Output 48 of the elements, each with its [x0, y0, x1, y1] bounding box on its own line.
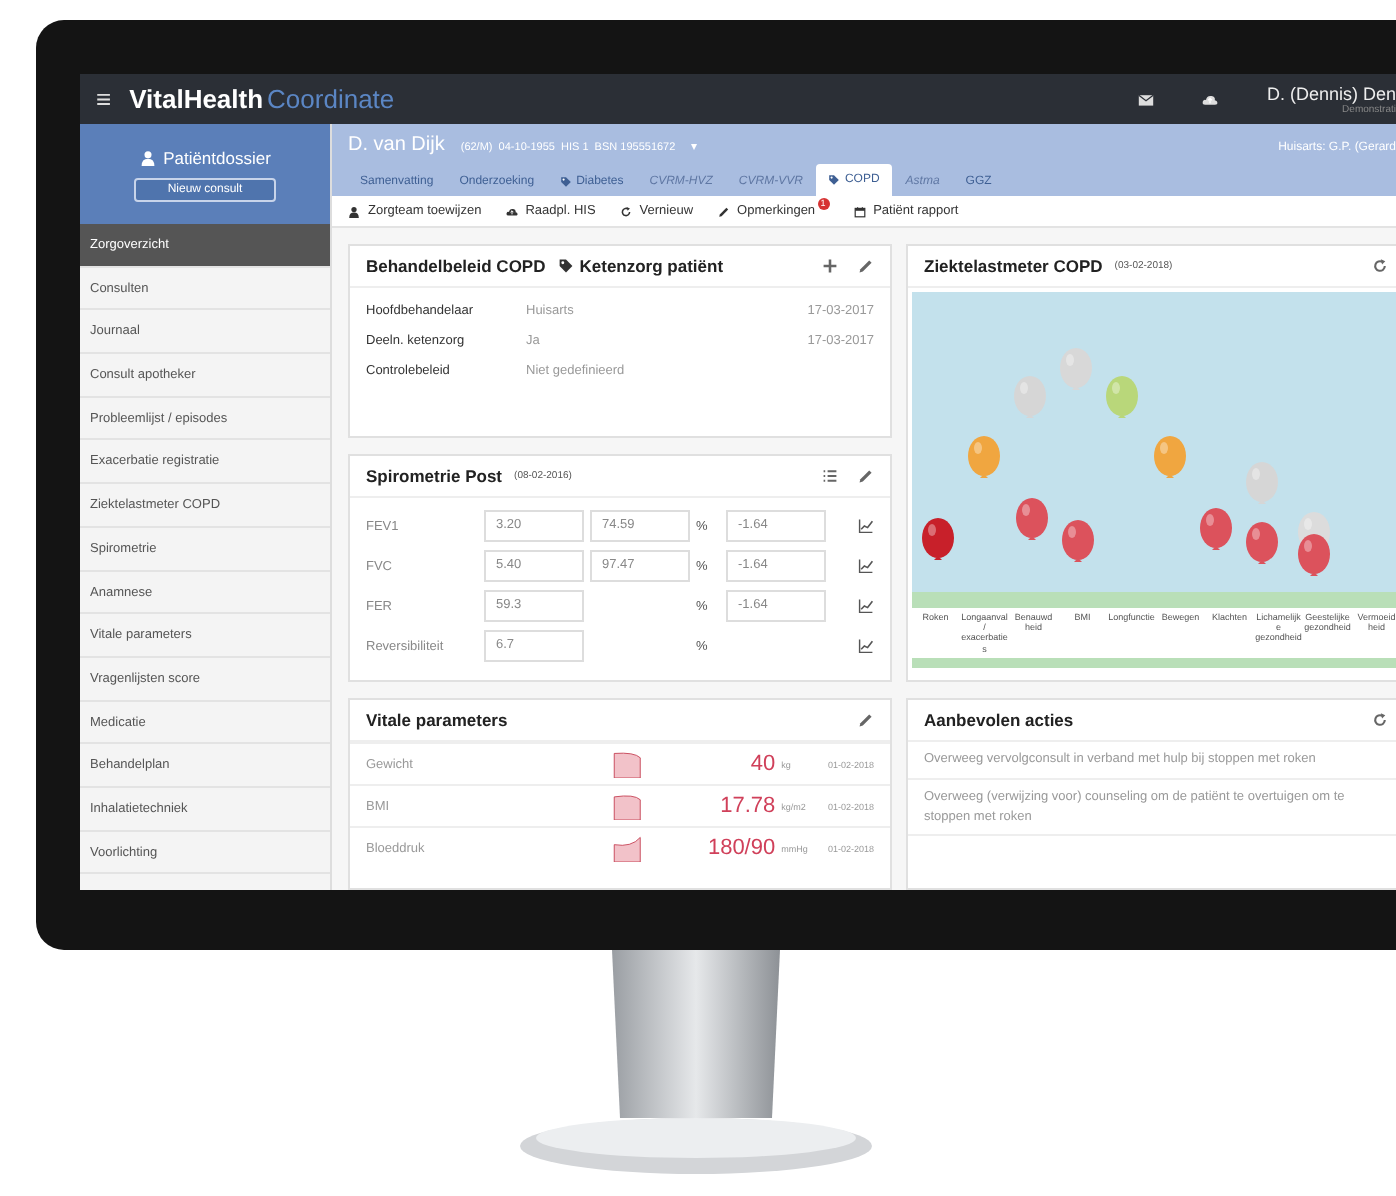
card-title: Vitale parameters	[366, 710, 508, 730]
menu-button[interactable]: ≡	[96, 84, 112, 114]
card-title: Spirometrie Post	[366, 466, 503, 486]
card-subtitle: Ketenzorg patiënt	[579, 256, 724, 276]
cloud-upload-icon	[505, 205, 518, 217]
tag-icon	[828, 174, 841, 186]
measurement-value: 40	[748, 752, 776, 776]
sidebar-title: Patiëntdossier	[163, 147, 271, 167]
calendar-icon	[853, 205, 866, 217]
balloon-marker	[1016, 498, 1048, 540]
cloud-icon[interactable]	[1202, 91, 1219, 107]
measurement-value: 180/90	[705, 836, 776, 860]
add-icon[interactable]	[822, 258, 838, 274]
tag-icon	[557, 258, 574, 274]
balloon-marker	[1246, 522, 1278, 564]
balloon-marker	[968, 436, 1000, 478]
user-name[interactable]: D. (Dennis) Den	[1266, 83, 1396, 103]
card-title: Aanbevolen acties	[924, 710, 1074, 730]
edit-icon[interactable]	[858, 258, 874, 274]
balloon-marker	[1014, 376, 1046, 418]
pencil-icon	[717, 205, 730, 217]
refresh-icon[interactable]	[1372, 712, 1388, 728]
balloon-marker	[922, 518, 954, 560]
balloon-marker	[1298, 534, 1330, 576]
mail-icon[interactable]	[1138, 91, 1155, 107]
measurement-value: 17.78	[718, 794, 776, 818]
person-icon	[139, 149, 156, 165]
card-title: Ziektelastmeter COPD	[924, 256, 1103, 276]
card-title: Behandelbeleid COPD	[366, 256, 546, 276]
balloon-marker	[1062, 520, 1094, 562]
balloon-marker	[1246, 462, 1278, 504]
list-icon[interactable]	[822, 468, 838, 484]
line-chart-icon[interactable]	[858, 598, 874, 614]
app-logo: VitalHealth Coordinate	[129, 84, 395, 114]
patient-name: D. van Dijk	[348, 134, 445, 156]
refresh-icon[interactable]	[1372, 258, 1388, 274]
balloon-marker	[1200, 508, 1232, 550]
edit-icon[interactable]	[858, 712, 874, 728]
person-icon	[348, 205, 360, 217]
balloon-marker	[1106, 376, 1138, 418]
line-chart-icon[interactable]	[858, 558, 874, 574]
balloon-marker	[1060, 348, 1092, 390]
edit-icon[interactable]	[858, 468, 874, 484]
refresh-icon	[619, 205, 632, 217]
line-chart-icon[interactable]	[858, 638, 874, 654]
balloon-marker	[1154, 436, 1186, 478]
line-chart-icon[interactable]	[858, 518, 874, 534]
tag-icon	[560, 176, 573, 188]
